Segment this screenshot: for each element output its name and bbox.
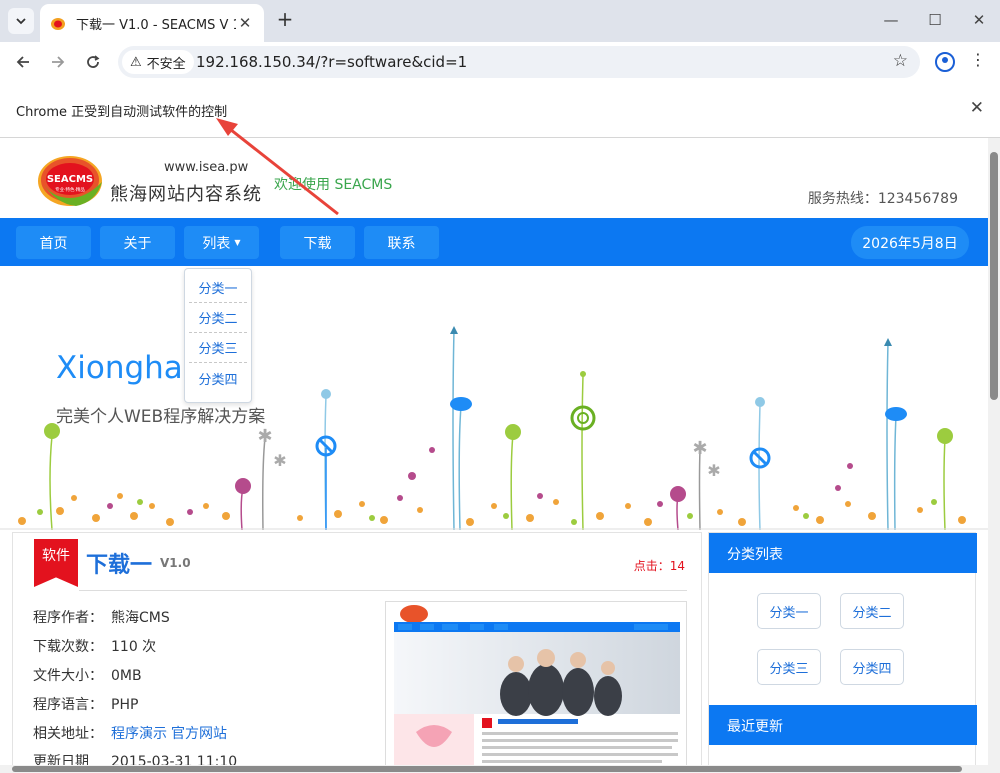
info-row-downloads: 下载次数： 110 次 (33, 636, 156, 656)
horizontal-scrollbar[interactable] (0, 765, 1000, 773)
info-row-language: 程序语言： PHP (33, 694, 138, 714)
page-viewport: SEACMS 专业·特色·精品 www.isea.pw 熊海网站内容系统 欢迎使… (0, 138, 988, 765)
info-label: 文件大小： (33, 668, 103, 684)
official-site-link[interactable]: 官方网站 (171, 726, 227, 742)
security-chip[interactable]: ⚠ 不安全 (122, 50, 194, 74)
banner-title: Xionghai (56, 350, 192, 386)
click-count: 点击：14 (633, 559, 685, 573)
site-name: 熊海网站内容系统 (110, 184, 262, 205)
warning-triangle-icon: ⚠ (130, 54, 142, 70)
info-label: 更新日期 (33, 754, 89, 765)
info-row-links: 相关地址： 程序演示 官方网站 (33, 723, 231, 743)
nav-date: 2026年5月8日 (851, 226, 969, 259)
infobar-close-icon[interactable]: ✕ (970, 98, 984, 118)
info-row-author: 程序作者： 熊海CMS (33, 607, 170, 627)
svg-text:✱: ✱ (707, 461, 720, 480)
info-value: 110 次 (111, 639, 157, 655)
tab-strip: 下载一 V1.0 - SEACMS V 1.0 ✕ + — ☐ ✕ (0, 0, 1000, 42)
screenshot-preview-image (386, 602, 686, 765)
info-row-updated: 更新日期 2015-03-31 11:10 (33, 751, 237, 765)
nav-home[interactable]: 首页 (16, 226, 91, 259)
flower-illustration: ✱ ✱ ✱ ✱ (0, 326, 988, 530)
sidebar-cat1-button[interactable]: 分类一 (757, 593, 821, 629)
back-button[interactable] (11, 50, 35, 74)
vertical-scrollbar[interactable] (988, 138, 1000, 765)
automation-infobar: Chrome 正受到自动测试软件的控制 ✕ (0, 82, 1000, 138)
close-window-button[interactable]: ✕ (964, 6, 994, 34)
nav-list-label: 列表 (202, 235, 231, 252)
svg-text:✱: ✱ (257, 426, 272, 447)
sidebar: 分类列表 分类一 分类二 分类三 分类四 最近更新 (708, 532, 977, 765)
info-value: 熊海CMS (111, 610, 170, 626)
main-navbar: 首页 关于 列表 ▼ 下载 联系 2026年5月8日 (0, 218, 988, 266)
caret-down-icon: ▼ (234, 238, 241, 247)
seacms-logo: SEACMS 专业·特色·精品 (38, 156, 102, 206)
nav-list[interactable]: 列表 ▼ (184, 226, 259, 259)
tab-search-button[interactable] (8, 8, 34, 34)
reload-icon (87, 55, 100, 68)
dropdown-item-cat3[interactable]: 分类三 (189, 333, 247, 363)
address-bar[interactable]: ⚠ 不安全 192.168.150.34/?r=software&cid=1 ☆ (118, 46, 920, 78)
sidebar-latest-header: 最近更新 (709, 705, 977, 745)
logo-subtext: 专业·特色·精品 (55, 186, 85, 193)
security-label: 不安全 (146, 56, 186, 72)
nav-about[interactable]: 关于 (100, 226, 175, 259)
info-row-size: 文件大小： 0MB (33, 665, 142, 685)
title-divider (79, 590, 687, 591)
horizontal-scroll-thumb[interactable] (12, 766, 962, 772)
software-screenshot[interactable] (385, 601, 687, 765)
sidebar-cat4-button[interactable]: 分类四 (840, 649, 904, 685)
hotline-text: 服务热线：123456789 (807, 191, 958, 207)
demo-link[interactable]: 程序演示 (111, 726, 167, 742)
profile-avatar-icon[interactable] (935, 52, 955, 72)
url-text[interactable]: 192.168.150.34/?r=software&cid=1 (196, 53, 467, 71)
svg-text:✱: ✱ (692, 438, 707, 459)
list-dropdown-menu: 分类一 分类二 分类三 分类四 (184, 268, 252, 403)
vertical-scroll-thumb[interactable] (990, 152, 998, 400)
info-label: 程序语言： (33, 697, 103, 713)
sidebar-cat2-button[interactable]: 分类二 (840, 593, 904, 629)
info-value: PHP (111, 697, 139, 713)
chevron-down-icon (16, 18, 26, 25)
browser-toolbar: ⚠ 不安全 192.168.150.34/?r=software&cid=1 ☆… (0, 42, 1000, 82)
banner-subtitle: 完美个人WEB程序解决方案 (56, 407, 266, 427)
active-tab[interactable]: 下载一 V1.0 - SEACMS V 1.0 ✕ (40, 4, 264, 42)
logo-text: SEACMS (47, 174, 93, 185)
arrow-right-icon (52, 56, 65, 68)
software-title: 下载一 (86, 553, 153, 578)
sidebar-cat3-button[interactable]: 分类三 (757, 649, 821, 685)
info-value: 2015-03-31 11:10 (111, 754, 238, 765)
tab-close-icon[interactable]: ✕ (236, 14, 254, 32)
maximize-button[interactable]: ☐ (920, 6, 950, 34)
nav-contact[interactable]: 联系 (364, 226, 439, 259)
infobar-message: Chrome 正受到自动测试软件的控制 (16, 105, 228, 120)
site-url: www.isea.pw (164, 160, 249, 175)
svg-text:✱: ✱ (273, 451, 286, 470)
info-label: 程序作者： (33, 610, 103, 626)
seacms-favicon-icon (51, 18, 65, 30)
bookmark-star-icon[interactable]: ☆ (893, 51, 908, 71)
minimize-button[interactable]: — (876, 6, 906, 34)
software-version: V1.0 (160, 556, 191, 570)
nav-download[interactable]: 下载 (280, 226, 355, 259)
info-label: 相关地址： (33, 726, 103, 742)
info-label: 下载次数： (33, 639, 103, 655)
software-detail-card: 软件 下载一 V1.0 点击：14 程序作者： 熊海CMS 下载次数： 110 次 … (12, 532, 702, 765)
info-value: 0MB (111, 668, 142, 684)
forward-button[interactable] (46, 50, 70, 74)
arrow-left-icon (16, 56, 29, 68)
dropdown-item-cat2[interactable]: 分类二 (189, 303, 247, 333)
dropdown-item-cat4[interactable]: 分类四 (189, 363, 247, 393)
welcome-text: 欢迎使用 SEACMS (274, 177, 393, 193)
category-badge: 软件 (34, 539, 78, 587)
new-tab-button[interactable]: + (274, 7, 296, 33)
tab-title: 下载一 V1.0 - SEACMS V 1.0 (76, 17, 236, 33)
sidebar-categories-header: 分类列表 (709, 533, 977, 573)
dropdown-item-cat1[interactable]: 分类一 (189, 273, 247, 303)
kebab-menu-icon[interactable]: ⋮ (970, 50, 986, 69)
reload-button[interactable] (81, 50, 105, 74)
hero-banner: ✱ ✱ ✱ ✱ Xionghai 完美个人WEB程序解决方案 (0, 266, 988, 530)
